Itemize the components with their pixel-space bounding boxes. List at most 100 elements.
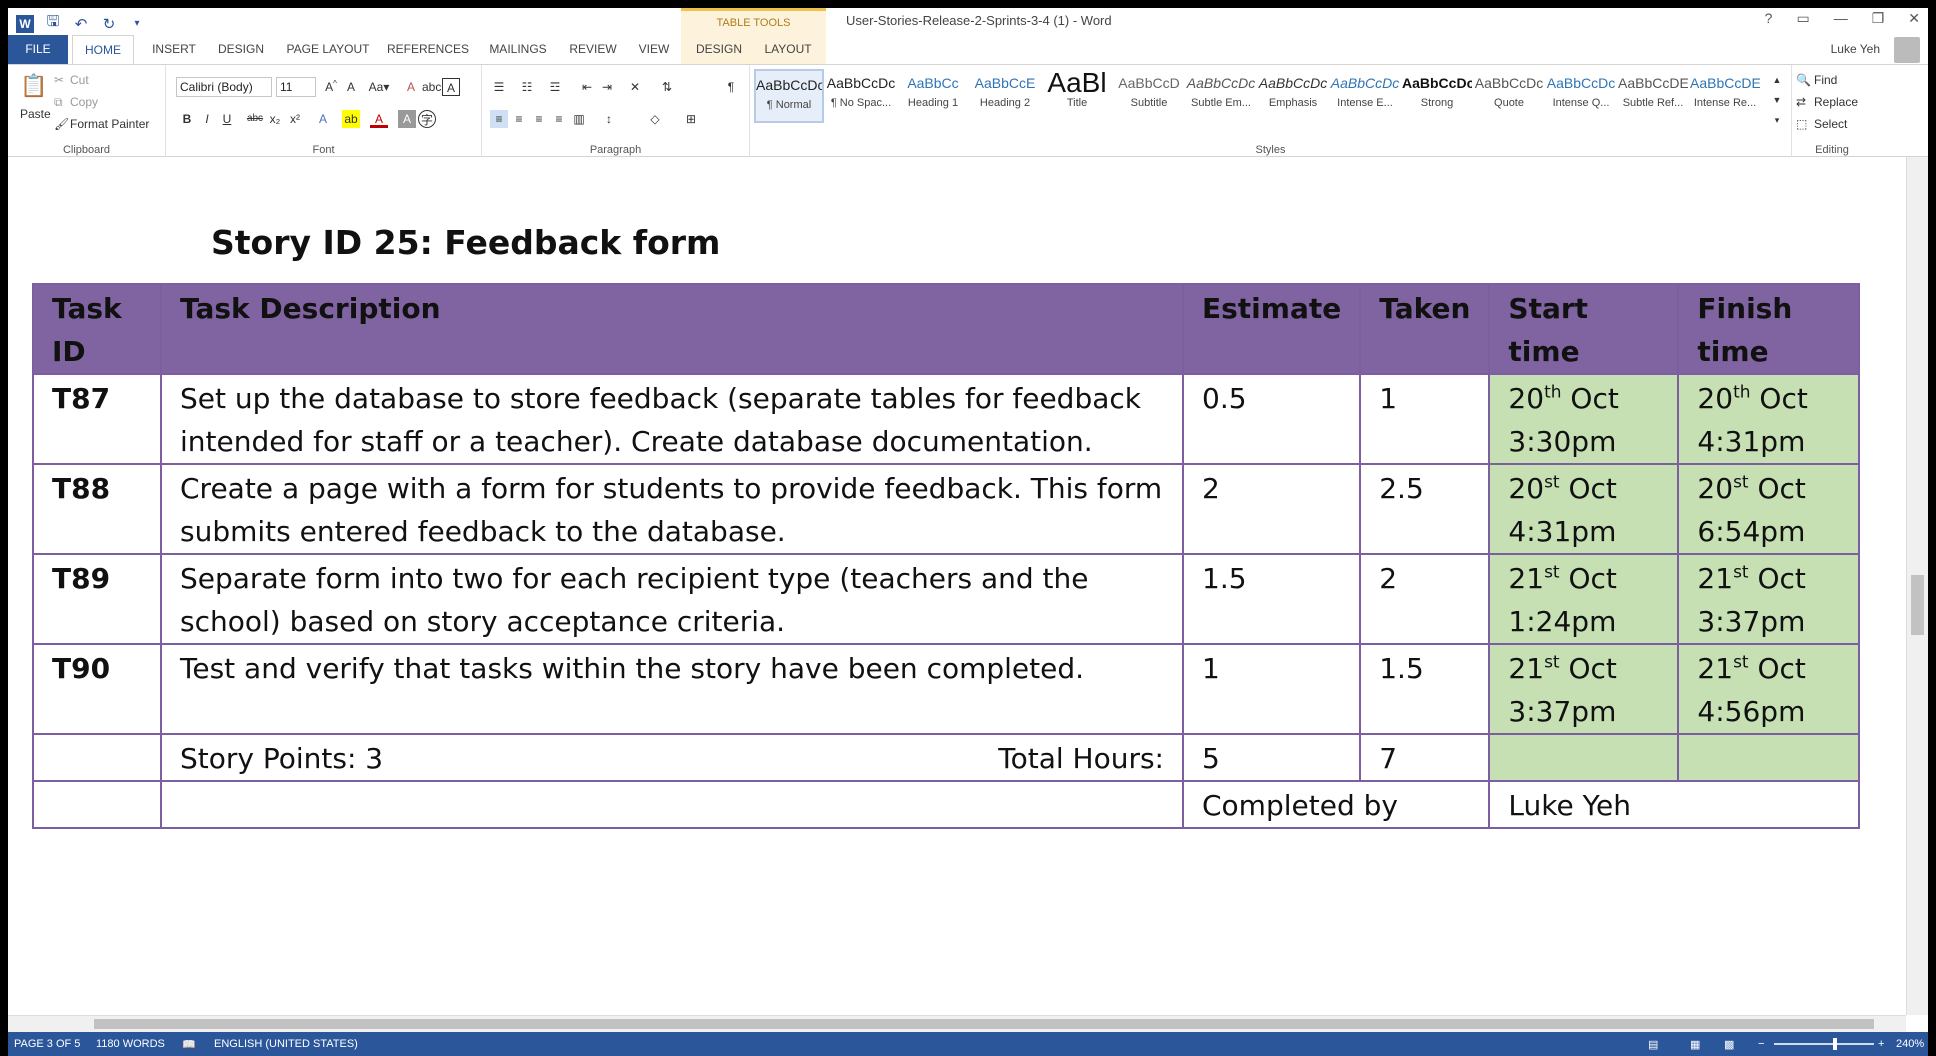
paste-icon[interactable]: 📋	[20, 71, 48, 101]
style-12[interactable]: AaBbCcDE Subtle Ref...	[1618, 69, 1688, 123]
bold-icon[interactable]: B	[178, 110, 196, 128]
shrink-font-icon[interactable]: A	[342, 78, 360, 96]
font-color-icon[interactable]: A	[370, 110, 388, 128]
close-icon[interactable]: ✕	[1908, 10, 1920, 27]
align-left-icon[interactable]: ≡	[490, 110, 508, 128]
align-right-icon[interactable]: ≡	[530, 110, 548, 128]
shading-icon[interactable]: ◇	[646, 110, 664, 128]
multilevel-list-icon[interactable]: ☲	[546, 78, 564, 96]
format-painter-button[interactable]: Format Painter	[70, 117, 149, 131]
superscript-icon[interactable]: x²	[286, 110, 304, 128]
tab-review[interactable]: REVIEW	[560, 35, 626, 64]
cut-icon[interactable]: ✂	[54, 73, 64, 87]
decrease-indent-icon[interactable]: ⇤	[578, 78, 596, 96]
word-count[interactable]: 1180 WORDS	[96, 1038, 165, 1050]
zoom-level[interactable]: 240%	[1896, 1038, 1924, 1050]
style-7[interactable]: AaBbCcDc Emphasis	[1258, 69, 1328, 123]
print-layout-icon[interactable]: ▦	[1690, 1038, 1700, 1051]
distributed-icon[interactable]: ▥	[570, 110, 588, 128]
tab-page-layout[interactable]: PAGE LAYOUT	[276, 35, 380, 64]
help-icon[interactable]: ?	[1765, 10, 1773, 27]
show-formatting-icon[interactable]: ¶	[722, 78, 740, 96]
paste-button[interactable]: Paste	[20, 107, 51, 121]
style-5[interactable]: AaBbCcD Subtitle	[1114, 69, 1184, 123]
select-icon[interactable]: ⬚	[1796, 117, 1807, 131]
align-center-icon[interactable]: ≡	[510, 110, 528, 128]
user-name[interactable]: Luke Yeh	[1831, 42, 1880, 56]
format-painter-icon[interactable]: 🖌	[54, 117, 69, 131]
replace-button[interactable]: Replace	[1814, 95, 1858, 109]
horizontal-scroll-thumb[interactable]	[94, 1019, 1874, 1029]
web-layout-icon[interactable]: ▩	[1724, 1038, 1734, 1051]
ribbon-display-icon[interactable]: ▭	[1796, 10, 1809, 27]
enclose-characters-icon[interactable]: 字	[418, 110, 436, 128]
style-13[interactable]: AaBbCcDE Intense Re...	[1690, 69, 1760, 123]
style-4[interactable]: AaBl Title	[1042, 69, 1112, 123]
character-shading-icon[interactable]: A	[398, 110, 416, 128]
text-effects-icon[interactable]: A	[314, 110, 332, 128]
underline-icon[interactable]: U	[218, 110, 236, 128]
change-case-icon[interactable]: Aa▾	[366, 78, 392, 96]
word-logo-icon[interactable]: W	[16, 14, 34, 33]
highlight-icon[interactable]: ab	[342, 110, 360, 128]
copy-button[interactable]: Copy	[70, 95, 98, 109]
borders-icon[interactable]: ⊞	[682, 110, 700, 128]
copy-icon[interactable]: ⧉	[54, 95, 63, 110]
grow-font-icon[interactable]: A^	[322, 78, 340, 96]
horizontal-scrollbar[interactable]	[8, 1015, 1906, 1032]
sort-icon[interactable]: ⇅	[658, 78, 676, 96]
subscript-icon[interactable]: x₂	[266, 110, 284, 128]
strikethrough-icon[interactable]: abc	[246, 110, 264, 128]
zoom-slider[interactable]	[1774, 1043, 1874, 1045]
select-button[interactable]: Select	[1814, 117, 1847, 131]
character-border-icon[interactable]: A	[442, 78, 460, 96]
justify-icon[interactable]: ≡	[550, 110, 568, 128]
tab-view[interactable]: VIEW	[626, 35, 682, 64]
customize-qat-icon[interactable]: ▾	[128, 18, 146, 29]
bullets-icon[interactable]: ☰	[490, 78, 508, 96]
phonetic-guide-icon[interactable]: abc	[422, 78, 441, 96]
line-spacing-icon[interactable]: ↕	[600, 110, 618, 128]
find-button[interactable]: Find	[1814, 73, 1837, 87]
clear-formatting-icon[interactable]: A	[402, 78, 420, 96]
replace-icon[interactable]: ⇄	[1796, 95, 1806, 109]
style-10[interactable]: AaBbCcDc Quote	[1474, 69, 1544, 123]
vertical-scroll-thumb[interactable]	[1911, 575, 1924, 635]
tab-design[interactable]: DESIGN	[206, 35, 276, 64]
italic-icon[interactable]: I	[198, 110, 216, 128]
tab-home[interactable]: HOME	[72, 35, 134, 64]
redo-icon[interactable]: ↻	[100, 15, 118, 33]
style-6[interactable]: AaBbCcDc Subtle Em...	[1186, 69, 1256, 123]
tab-table-design[interactable]: DESIGN	[688, 35, 750, 64]
vertical-scrollbar[interactable]	[1906, 157, 1928, 1015]
cut-button[interactable]: Cut	[70, 73, 89, 87]
style-3[interactable]: AaBbCcE Heading 2	[970, 69, 1040, 123]
minimize-icon[interactable]: —	[1834, 10, 1848, 27]
save-icon[interactable]: 🖫	[44, 11, 62, 36]
tab-references[interactable]: REFERENCES	[380, 35, 476, 64]
read-mode-icon[interactable]: ▤	[1648, 1038, 1658, 1051]
style-0[interactable]: AaBbCcDc ¶ Normal	[754, 69, 824, 123]
font-size-dropdown[interactable]: 11	[276, 77, 316, 97]
undo-icon[interactable]: ↶	[72, 15, 90, 33]
zoom-in-icon[interactable]: +	[1878, 1038, 1884, 1050]
page-indicator[interactable]: PAGE 3 OF 5	[14, 1038, 80, 1050]
styles-scroll-up-icon[interactable]: ▲	[1768, 71, 1786, 89]
numbering-icon[interactable]: ☷	[518, 78, 536, 96]
styles-scroll-down-icon[interactable]: ▼	[1768, 91, 1786, 109]
find-icon[interactable]: 🔍	[1796, 73, 1811, 87]
restore-icon[interactable]: ❐	[1872, 10, 1885, 27]
increase-indent-icon[interactable]: ⇥	[598, 78, 616, 96]
style-2[interactable]: AaBbCc Heading 1	[898, 69, 968, 123]
tab-table-layout[interactable]: LAYOUT	[756, 35, 820, 64]
document-area[interactable]: Story ID 25: Feedback form Task ID Task …	[8, 157, 1906, 1015]
font-name-dropdown[interactable]: Calibri (Body)	[176, 77, 272, 97]
language-indicator[interactable]: ENGLISH (UNITED STATES)	[214, 1038, 358, 1050]
zoom-slider-thumb[interactable]	[1833, 1038, 1837, 1050]
proofing-icon[interactable]: 📖	[182, 1038, 196, 1051]
style-8[interactable]: AaBbCcDc Intense E...	[1330, 69, 1400, 123]
zoom-out-icon[interactable]: −	[1758, 1038, 1764, 1050]
style-11[interactable]: AaBbCcDc Intense Q...	[1546, 69, 1616, 123]
tab-file[interactable]: FILE	[8, 35, 68, 64]
style-1[interactable]: AaBbCcDc ¶ No Spac...	[826, 69, 896, 123]
